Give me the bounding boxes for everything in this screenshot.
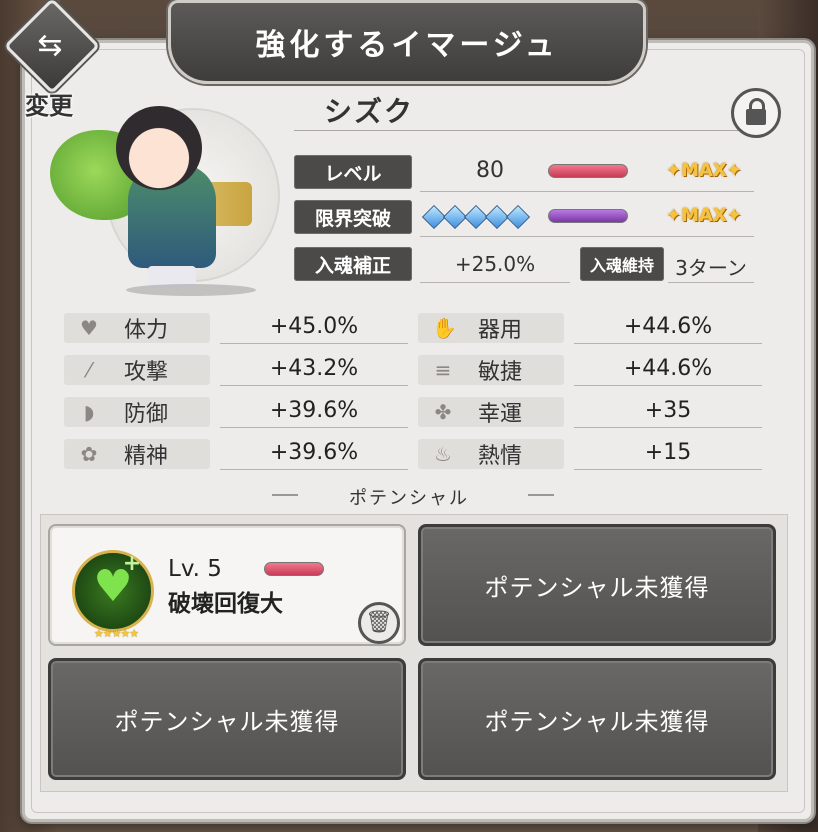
potential-name: 破壊回復大 [168,591,283,617]
page-title: 強化するイマージュ [168,0,646,84]
stat-underline [220,343,408,344]
clover-icon: ✤ [434,400,452,424]
speed-icon: ≡ [434,358,452,382]
stat-underline [574,469,762,470]
stat-value: +39.6% [269,440,359,465]
shield-icon: ◗ [83,400,95,424]
level-max-badge: ✦MAX✦ [666,160,742,181]
stat-value: +39.6% [269,398,359,423]
soul-bonus-tag: 入魂補正 [294,247,412,281]
potential-section-title: ポテンシャル [349,488,469,509]
potential-level: Lv. 5 [168,556,222,582]
trash-icon: 🗑 [365,610,393,635]
soul-keep-tag: 入魂維持 [580,247,664,281]
character-name: シズク [324,95,415,128]
potential-slot-1[interactable]: ♥ + ★★★★★ Lv. 5 破壊回復大 🗑 [48,524,406,646]
limit-break-gems [421,204,531,230]
stat-value: +15 [644,440,692,465]
stat-value: +44.6% [623,314,713,339]
stat-value: +45.0% [269,314,359,339]
potential-dash-right [528,494,554,496]
level-tag: レベル [294,155,412,189]
level-value: 80 [476,158,504,183]
trash-button[interactable]: 🗑 [358,602,400,644]
potential-level-bar [264,562,324,576]
stat-value: +43.2% [269,356,359,381]
stat-underline [220,427,408,428]
character-head [116,106,202,190]
heart-icon: ♥ [80,316,98,340]
gem-icon [505,204,531,230]
stat-value: +44.6% [623,356,713,381]
swap-icon: ⇆ [37,28,63,63]
hand-icon: ✋ [432,316,457,340]
soul-bonus-underline [420,282,570,283]
flame-icon: ♨ [434,442,452,466]
stat-underline [574,343,762,344]
limit-max-badge: ✦MAX✦ [666,205,742,226]
character-shadow [126,284,256,296]
lock-icon [746,109,766,125]
plus-icon: + [122,551,142,576]
stat-underline [574,427,762,428]
name-underline [294,130,744,131]
soul-keep-underline [668,282,754,283]
potential-slot-4[interactable]: ポテンシャル未獲得 [418,658,776,780]
stat-value: +35 [644,398,692,423]
stat-underline [220,469,408,470]
change-image-button[interactable]: ⇆ 変更 [3,0,101,120]
potential-slot-2[interactable]: ポテンシャル未獲得 [418,524,776,646]
potential-skill-icon: ♥ + ★★★★★ [72,550,154,640]
lock-button[interactable] [731,88,781,138]
spirit-icon: ✿ [80,442,98,466]
limit-underline [420,236,754,237]
sword-icon: ⁄ [87,358,91,382]
level-underline [420,191,754,192]
soul-bonus-value: +25.0% [454,252,536,276]
soul-keep-value: 3ターン [675,256,747,280]
level-bar [548,164,628,178]
character-portrait [50,100,290,300]
limit-break-bar [548,209,628,223]
stat-underline [220,385,408,386]
limit-break-tag: 限界突破 [294,200,412,234]
stat-underline [574,385,762,386]
rarity-stars: ★★★★★ [93,627,139,640]
potential-slot-3[interactable]: ポテンシャル未獲得 [48,658,406,780]
